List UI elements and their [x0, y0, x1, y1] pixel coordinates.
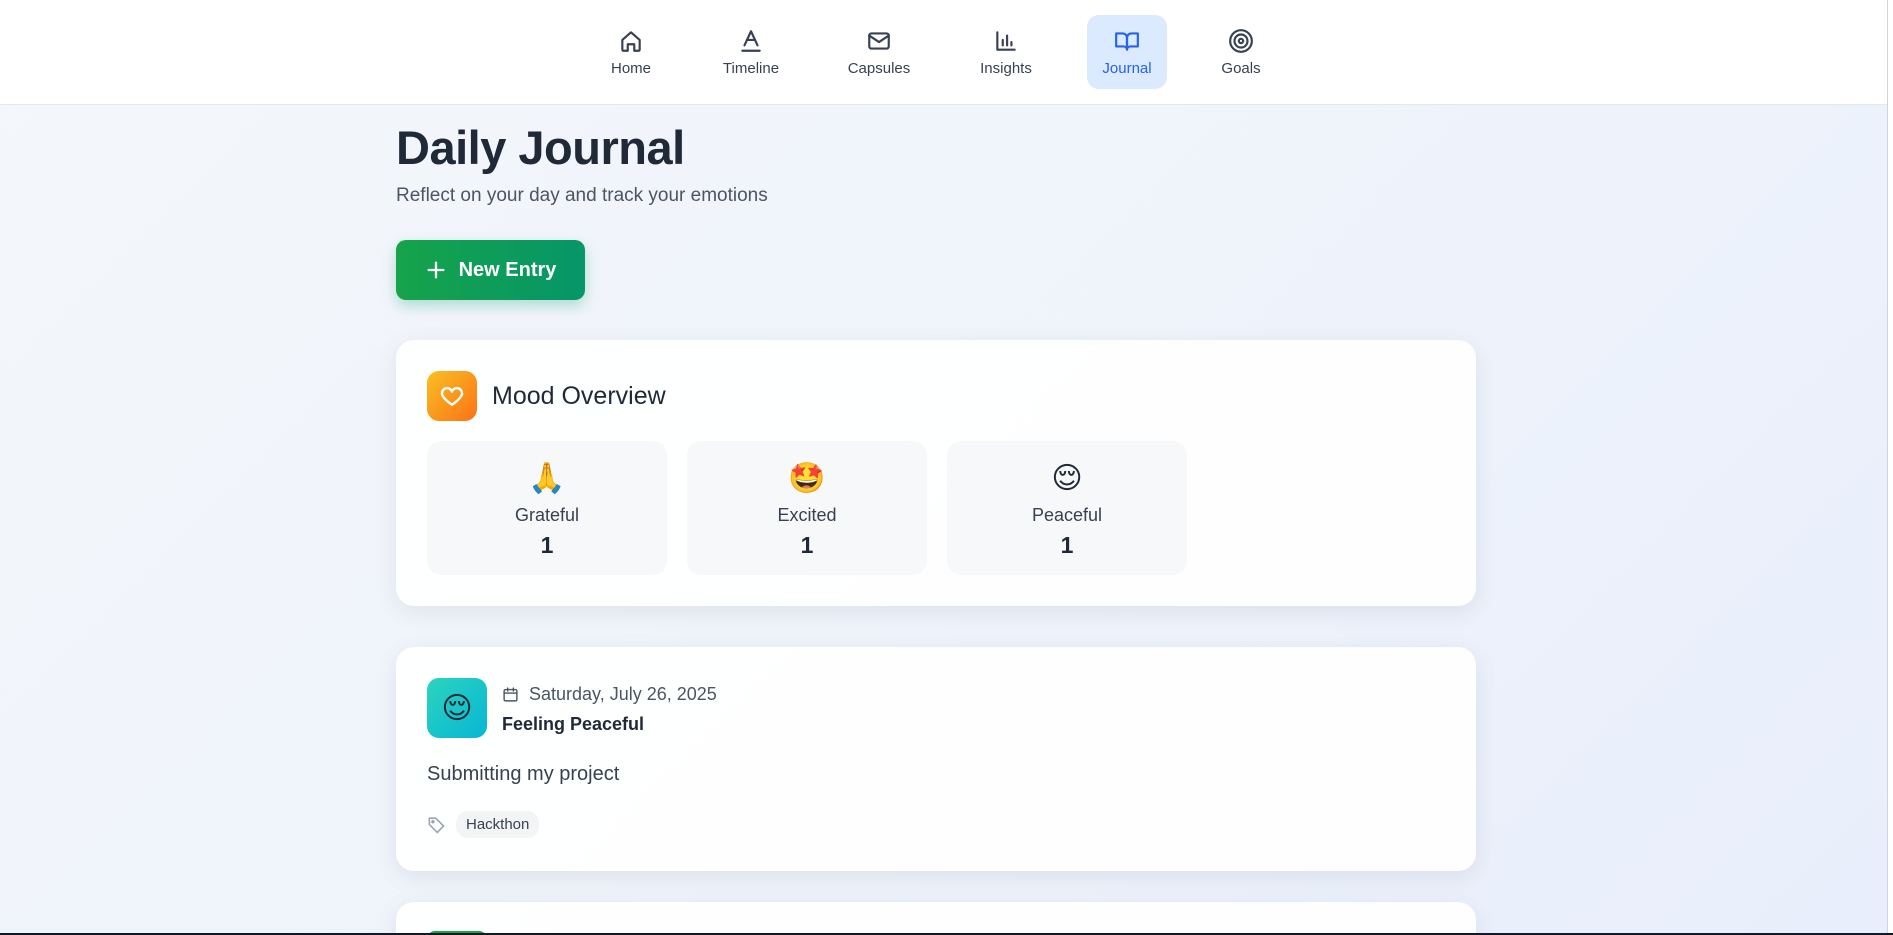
mood-tile-excited: 🤩 Excited 1: [687, 441, 927, 575]
nav-label: Capsules: [847, 59, 911, 77]
plus-icon: [427, 261, 445, 279]
nav-label: Journal: [1102, 59, 1152, 77]
mood-name: Peaceful: [1031, 505, 1103, 525]
mood-overview-header: Mood Overview: [427, 371, 666, 421]
page-title: Daily Journal: [396, 121, 685, 174]
relieved-face-icon: 😌: [1051, 461, 1083, 496]
new-entry-button[interactable]: New Entry: [396, 240, 585, 300]
nav-item-journal[interactable]: Journal: [1087, 15, 1167, 89]
relieved-face-icon: 😌: [441, 690, 473, 726]
page-subtitle: Reflect on your day and track your emoti…: [396, 185, 768, 206]
timeline-icon: [741, 29, 761, 52]
entry-tags: Hackthon: [427, 811, 540, 838]
entry-mood-label: Feeling Peaceful: [502, 714, 645, 734]
nav-item-goals[interactable]: Goals: [1201, 15, 1281, 89]
mood-count: 1: [1060, 532, 1074, 558]
mood-overview-card: Mood Overview 🙏 Grateful 1 🤩 Excited 1 😌…: [396, 340, 1476, 606]
bar-chart-icon: [996, 30, 1016, 51]
tag-chip[interactable]: Hackthon: [456, 811, 540, 838]
journal-entry-card-partial[interactable]: [396, 902, 1476, 935]
entry-date-text: Saturday, July 26, 2025: [529, 684, 717, 704]
mood-tiles: 🙏 Grateful 1 🤩 Excited 1 😌 Peaceful 1: [427, 441, 1187, 575]
nav-label: Insights: [980, 59, 1032, 77]
nav-item-capsules[interactable]: Capsules: [839, 15, 919, 89]
entry-mood-badge: 😌: [427, 678, 487, 738]
praying-hands-icon: 🙏: [528, 461, 566, 496]
home-icon: [621, 30, 641, 52]
nav-label: Goals: [1221, 59, 1261, 77]
star-struck-icon: 🤩: [788, 461, 826, 496]
new-entry-label: New Entry: [458, 258, 557, 281]
journal-entry-card[interactable]: 😌 Saturday, July 26, 2025 Feeling Peacef…: [396, 647, 1476, 871]
nav-label: Home: [610, 59, 651, 77]
target-icon: [1229, 28, 1253, 53]
top-navigation: Home Timeline Capsules Insights Journal …: [0, 0, 1887, 105]
nav-item-insights[interactable]: Insights: [966, 15, 1046, 89]
mood-tile-peaceful: 😌 Peaceful 1: [947, 441, 1187, 575]
nav-item-timeline[interactable]: Timeline: [711, 15, 791, 89]
nav-item-home[interactable]: Home: [591, 15, 671, 89]
mood-name: Grateful: [514, 505, 580, 525]
nav-label: Timeline: [722, 59, 780, 77]
entry-date: Saturday, July 26, 2025: [502, 684, 717, 705]
mood-overview-title: Mood Overview: [492, 381, 666, 410]
calendar-icon: [503, 687, 518, 702]
mood-count: 1: [540, 532, 554, 558]
heart-badge: [427, 371, 477, 421]
book-open-icon: [1115, 31, 1139, 51]
mood-name: Excited: [777, 505, 837, 525]
tag-icon: [428, 817, 445, 834]
heart-icon: [440, 387, 464, 406]
mail-icon: [868, 31, 890, 50]
entry-text: Submitting my project: [427, 763, 620, 785]
mood-count: 1: [800, 532, 814, 558]
scrollbar[interactable]: [1887, 0, 1893, 935]
mood-tile-grateful: 🙏 Grateful 1: [427, 441, 667, 575]
